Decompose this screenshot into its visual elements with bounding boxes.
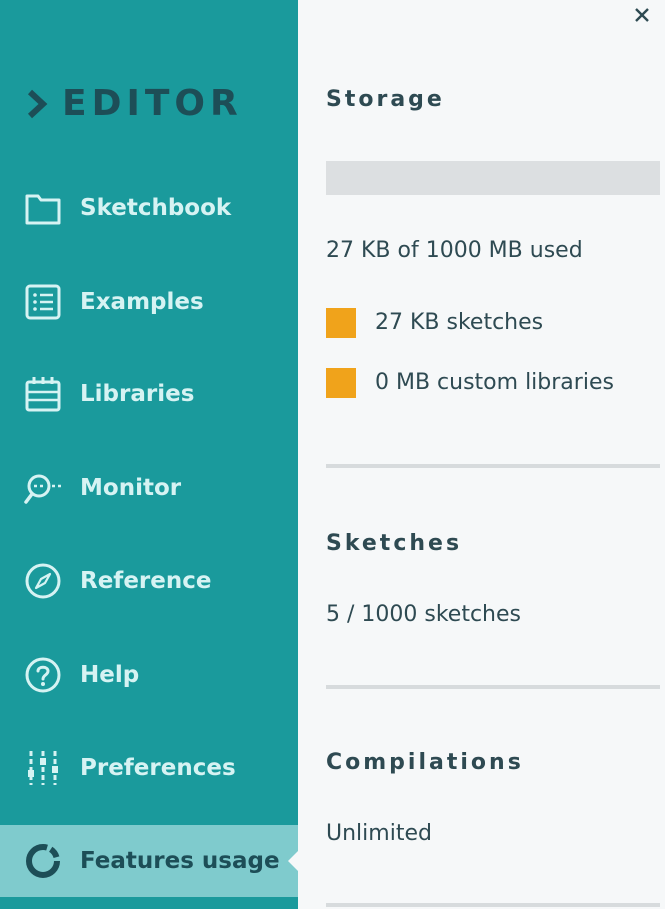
sidebar-item-monitor[interactable]: Monitor bbox=[0, 452, 298, 524]
sidebar-item-libraries[interactable]: Libraries bbox=[0, 358, 298, 430]
storage-summary: 27 KB of 1000 MB used bbox=[326, 238, 583, 263]
sidebar-item-preferences[interactable]: Preferences bbox=[0, 732, 298, 804]
compass-icon bbox=[22, 560, 64, 602]
compilations-title: Compilations bbox=[326, 750, 524, 775]
brand-logo: EDITOR bbox=[26, 84, 243, 124]
close-icon bbox=[634, 7, 650, 27]
section-divider bbox=[326, 464, 660, 468]
monitor-search-icon bbox=[22, 467, 64, 509]
sidebar-item-label: Help bbox=[80, 662, 140, 688]
legend-swatch bbox=[326, 308, 356, 338]
sidebar-item-examples[interactable]: Examples bbox=[0, 266, 298, 338]
sidebar-item-reference[interactable]: Reference bbox=[0, 545, 298, 617]
sidebar-item-label: Reference bbox=[80, 568, 212, 594]
usage-ring-icon bbox=[22, 840, 64, 882]
close-button[interactable] bbox=[631, 6, 653, 28]
sidebar-item-label: Features usage bbox=[80, 848, 280, 874]
sidebar-item-label: Examples bbox=[80, 289, 204, 315]
legend-label: 0 MB custom libraries bbox=[375, 370, 614, 395]
storage-title: Storage bbox=[326, 87, 445, 112]
sidebar: EDITOR Sketchbook Examples Libraries Mon… bbox=[0, 0, 299, 909]
sidebar-item-label: Libraries bbox=[80, 381, 195, 407]
sliders-icon bbox=[22, 747, 64, 789]
folder-icon bbox=[22, 187, 64, 229]
sketches-summary: 5 / 1000 sketches bbox=[326, 602, 521, 627]
help-icon bbox=[22, 654, 64, 696]
legend-item-custom-libraries: 0 MB custom libraries bbox=[326, 368, 614, 398]
sidebar-item-features-usage[interactable]: Features usage bbox=[0, 825, 299, 897]
legend-item-sketches: 27 KB sketches bbox=[326, 308, 543, 338]
section-divider bbox=[326, 903, 660, 907]
sidebar-item-help[interactable]: Help bbox=[0, 639, 298, 711]
legend-label: 27 KB sketches bbox=[375, 310, 544, 335]
libraries-icon bbox=[22, 373, 64, 415]
compilations-summary: Unlimited bbox=[326, 821, 432, 846]
sidebar-item-label: Preferences bbox=[80, 755, 236, 781]
chevron-right-icon bbox=[26, 86, 50, 122]
sidebar-item-sketchbook[interactable]: Sketchbook bbox=[0, 172, 298, 244]
brand-title: EDITOR bbox=[62, 83, 243, 124]
features-usage-panel: Storage 27 KB of 1000 MB used 27 KB sket… bbox=[298, 0, 665, 909]
legend-swatch bbox=[326, 368, 356, 398]
storage-progress-bar bbox=[326, 161, 660, 195]
sidebar-item-label: Sketchbook bbox=[80, 195, 232, 221]
list-icon bbox=[22, 281, 64, 323]
sketches-title: Sketches bbox=[326, 531, 463, 556]
sidebar-item-label: Monitor bbox=[80, 475, 182, 501]
section-divider bbox=[326, 685, 660, 689]
